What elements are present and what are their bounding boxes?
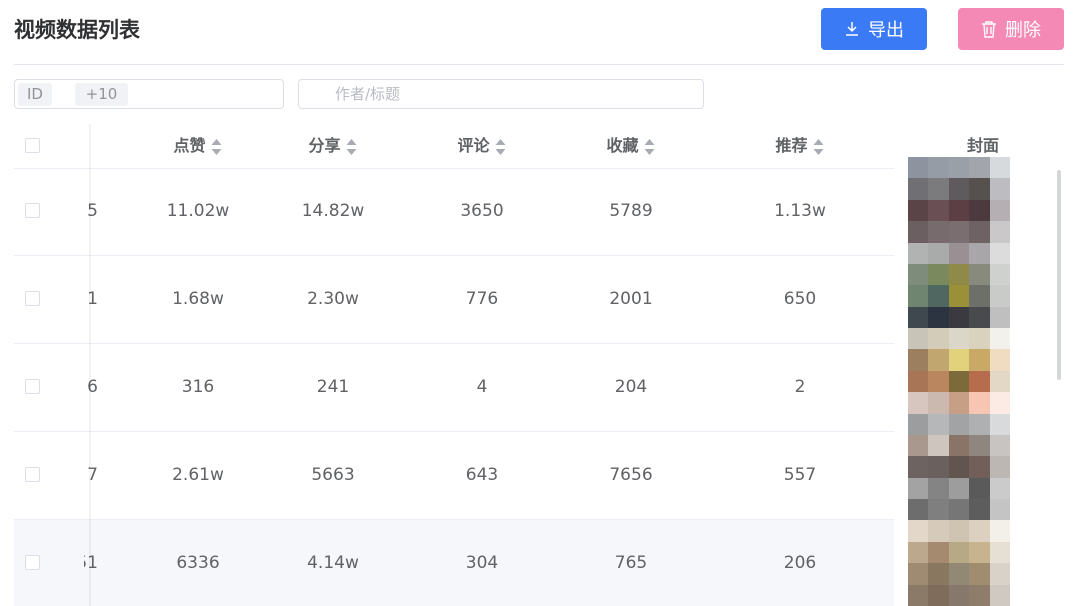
select-all-checkbox[interactable] bbox=[25, 138, 40, 153]
cell-comments: 643 bbox=[465, 465, 499, 485]
col-header-recommends[interactable]: 推荐 bbox=[775, 124, 824, 168]
trash-icon bbox=[981, 20, 997, 38]
fixed-column-shadow bbox=[89, 124, 92, 606]
cell-favorites: 204 bbox=[614, 377, 648, 397]
export-label: 导出 bbox=[868, 20, 904, 41]
cell-likes: 11.02w bbox=[166, 201, 230, 221]
cell-likes: 6336 bbox=[176, 553, 220, 573]
cell-favorites: 5789 bbox=[609, 201, 653, 221]
cell-comments: 3650 bbox=[460, 201, 504, 221]
cell-recommends: 557 bbox=[783, 465, 817, 485]
sort-icon[interactable] bbox=[813, 138, 825, 155]
export-button[interactable]: 导出 bbox=[821, 8, 927, 50]
cell-shares: 4.14w bbox=[307, 553, 359, 573]
row-checkbox[interactable] bbox=[25, 379, 40, 394]
delete-label: 删除 bbox=[1005, 20, 1041, 41]
table-row[interactable]: 6 316 241 4 204 2 bbox=[14, 344, 894, 432]
cell-recommends: 1.13w bbox=[774, 201, 826, 221]
sort-icon[interactable] bbox=[211, 138, 223, 155]
table-row[interactable]: 1 1.68w 2.30w 776 2001 650 bbox=[14, 256, 894, 344]
row-checkbox[interactable] bbox=[25, 203, 40, 218]
cell-recommends: 2 bbox=[794, 377, 806, 397]
cell-shares: 14.82w bbox=[301, 201, 365, 221]
cell-recommends: 206 bbox=[783, 553, 817, 573]
filter-tag-more[interactable]: +10 bbox=[75, 83, 128, 106]
download-icon bbox=[844, 21, 860, 37]
table-row[interactable]: 5 11.02w 14.82w 3650 5789 1.13w bbox=[14, 168, 894, 256]
cell-likes: 316 bbox=[181, 377, 215, 397]
cover-image-strip bbox=[908, 157, 1010, 606]
delete-button[interactable]: 删除 bbox=[958, 8, 1064, 50]
sort-icon[interactable] bbox=[644, 138, 656, 155]
cell-likes: 1.68w bbox=[172, 289, 224, 309]
cell-likes: 2.61w bbox=[172, 465, 224, 485]
col-header-favorites[interactable]: 收藏 bbox=[606, 124, 655, 168]
cell-comments: 4 bbox=[476, 377, 488, 397]
table-row[interactable]: 51 6336 4.14w 304 765 206 bbox=[14, 520, 894, 606]
sort-icon[interactable] bbox=[495, 138, 507, 155]
cell-comments: 304 bbox=[465, 553, 499, 573]
id-filter-select[interactable]: ID +10 bbox=[14, 79, 284, 109]
table-row[interactable]: 7 2.61w 5663 643 7656 557 bbox=[14, 432, 894, 520]
header-divider bbox=[14, 64, 1064, 65]
cell-favorites: 765 bbox=[614, 553, 648, 573]
cell-favorites: 2001 bbox=[609, 289, 653, 309]
row-checkbox[interactable] bbox=[25, 291, 40, 306]
data-table: 点赞 分享 评论 收藏 推荐 封面 5 11.02w 14.82w 3650 5… bbox=[14, 124, 1064, 606]
row-checkbox[interactable] bbox=[25, 467, 40, 482]
page-title: 视频数据列表 bbox=[14, 18, 140, 42]
cell-comments: 776 bbox=[465, 289, 499, 309]
cell-shares: 5663 bbox=[311, 465, 355, 485]
col-header-likes[interactable]: 点赞 bbox=[173, 124, 222, 168]
table-header: 点赞 分享 评论 收藏 推荐 封面 bbox=[14, 124, 1064, 169]
cell-recommends: 650 bbox=[783, 289, 817, 309]
filter-tag-id[interactable]: ID bbox=[18, 83, 52, 106]
cell-shares: 241 bbox=[316, 377, 350, 397]
row-checkbox[interactable] bbox=[25, 555, 40, 570]
cell-shares: 2.30w bbox=[307, 289, 359, 309]
col-header-comments[interactable]: 评论 bbox=[457, 124, 506, 168]
search-input[interactable] bbox=[298, 79, 704, 109]
sort-icon[interactable] bbox=[346, 138, 358, 155]
col-header-shares[interactable]: 分享 bbox=[308, 124, 357, 168]
vertical-scrollbar[interactable] bbox=[1057, 170, 1061, 380]
cell-favorites: 7656 bbox=[609, 465, 653, 485]
